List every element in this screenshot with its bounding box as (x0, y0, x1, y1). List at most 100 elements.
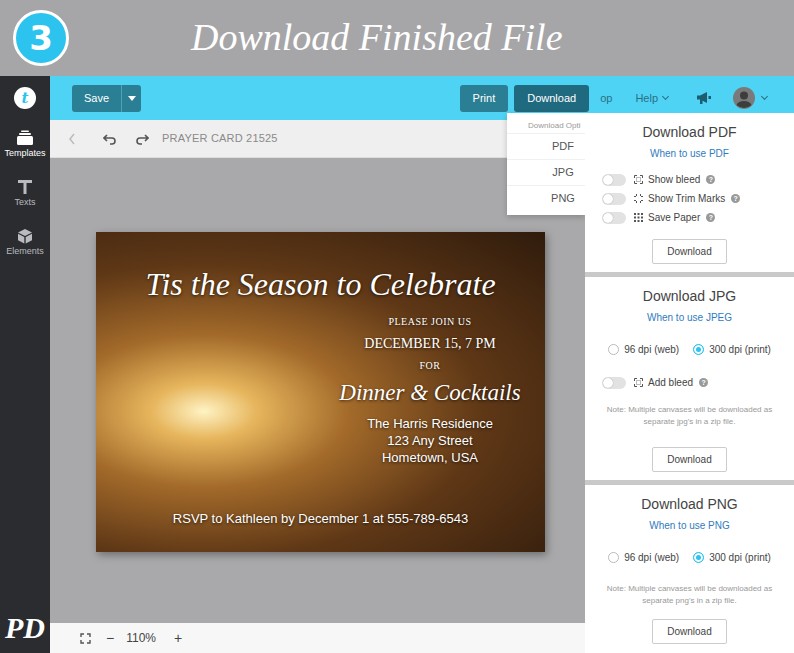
menu-item[interactable]: PNG (507, 185, 585, 211)
toggle-switch[interactable] (602, 377, 626, 389)
zoom-level: 110% (126, 629, 156, 647)
help-badge[interactable]: ? (706, 213, 715, 222)
help-link[interactable]: When to use PDF (650, 147, 729, 160)
toggle-row: Add bleed? (602, 373, 794, 392)
download-button[interactable]: Download (514, 85, 589, 112)
download-card: Download JPG When to use JPEG 96 dpi (web)… (585, 277, 794, 480)
dpi-radio[interactable]: 300 dpi (print) (693, 342, 771, 357)
radio-dot[interactable] (608, 552, 619, 563)
card-title: Download PNG (641, 495, 738, 513)
menu-link[interactable]: op (600, 90, 612, 107)
help-label[interactable]: Help (635, 90, 658, 107)
menu-header: Download Opti (507, 113, 585, 133)
logo-letter[interactable]: t (14, 87, 36, 109)
card-title: Download PDF (642, 123, 736, 141)
app-logo[interactable]: t (14, 76, 36, 120)
save-button[interactable]: Save (72, 85, 121, 112)
grid-icon (634, 213, 643, 222)
menu-item[interactable]: PDF (507, 133, 585, 159)
invitation-design[interactable]: Tis the Season to Celebrate PLEASE JOIN U… (96, 232, 545, 552)
brand-watermark: PD (5, 613, 45, 643)
toggle-list: Show bleed?Show Trim Marks?Save Paper? (585, 170, 794, 227)
bleed-icon (634, 378, 643, 387)
toggle-switch[interactable] (602, 174, 626, 186)
download-card: Download PDFWhen to use PDFShow bleed?Sh… (585, 113, 794, 272)
save-group: Save (72, 85, 141, 112)
help-badge[interactable]: ? (731, 194, 740, 203)
toggle-label[interactable]: Save Paper (648, 210, 700, 225)
toggle-switch[interactable] (602, 212, 626, 224)
design-text[interactable]: RSVP to Kathleen by December 1 at 555-78… (96, 510, 545, 527)
design-text[interactable]: FOR (320, 359, 540, 373)
chevron-icon (662, 93, 669, 100)
toggle-label[interactable]: Show bleed (648, 172, 700, 187)
help-link[interactable]: When to use PNG (649, 519, 730, 532)
radio-dot[interactable] (693, 552, 704, 563)
zoom-out-button[interactable]: − (106, 628, 114, 649)
radio-label[interactable]: 300 dpi (print) (709, 342, 771, 357)
card-title: Download JPG (643, 287, 736, 305)
help-badge[interactable]: ? (699, 378, 708, 387)
radio-label[interactable]: 96 dpi (web) (624, 342, 679, 357)
text-icon (17, 179, 33, 195)
design-text[interactable]: Dinner & Cocktails (320, 379, 540, 407)
bleed-icon (634, 175, 643, 184)
menu-item[interactable]: JPG (507, 159, 585, 185)
step-title: Download Finished File (191, 17, 563, 59)
dpi-radio[interactable]: 96 dpi (web) (608, 550, 679, 565)
fullscreen-icon[interactable] (80, 633, 91, 644)
megaphone-icon[interactable] (696, 91, 712, 105)
avatar-icon[interactable] (733, 87, 755, 109)
download-options-menu: Download OptiPDFJPGPNG (507, 113, 585, 215)
design-text[interactable]: 123 Any Street (320, 432, 540, 449)
dpi-options: 96 dpi (web) 300 dpi (print) (608, 550, 771, 565)
design-text[interactable]: DECEMBER 15, 7 PM (320, 335, 540, 353)
zoom-in-button[interactable]: + (174, 628, 182, 649)
step-banner: 3 Download Finished File (0, 0, 794, 76)
note-text: Note: Multiple canvases will be download… (585, 404, 794, 428)
save-menu-button[interactable] (121, 85, 141, 112)
chevron-icon[interactable] (761, 93, 768, 100)
toggle-label[interactable]: Show Trim Marks (648, 191, 725, 206)
toggle-row: Save Paper? (602, 208, 794, 227)
radio-dot[interactable] (608, 344, 619, 355)
radio-dot[interactable] (693, 344, 704, 355)
templates-icon (16, 130, 34, 146)
download-card: Download PNG When to use PNG 96 dpi (web) 3… (585, 485, 794, 653)
dpi-radio[interactable]: 300 dpi (print) (693, 550, 771, 565)
design-text[interactable]: The Harris Residence (320, 415, 540, 432)
note-text: Note: Multiple canvases will be download… (585, 583, 794, 607)
download-button[interactable]: Download (652, 619, 726, 644)
radio-label[interactable]: 300 dpi (print) (709, 550, 771, 565)
back-icon[interactable] (60, 127, 84, 151)
radio-label[interactable]: 96 dpi (web) (624, 550, 679, 565)
print-button[interactable]: Print (460, 85, 509, 112)
toggle-switch[interactable] (602, 193, 626, 205)
design-text[interactable]: Tis the Season to Celebrate (96, 265, 545, 303)
sidebar-item[interactable]: Templates (0, 120, 50, 169)
help-badge[interactable]: ? (706, 175, 715, 184)
editor-app: tTemplatesTextsElementsPDSavePrintDownlo… (0, 76, 794, 653)
sidebar-label[interactable]: Templates (4, 149, 45, 159)
sidebar-label[interactable]: Texts (14, 198, 35, 208)
redo-icon[interactable] (130, 127, 154, 151)
undo-icon[interactable] (98, 127, 122, 151)
design-text[interactable]: Hometown, USA (320, 449, 540, 466)
sidebar-label[interactable]: Elements (6, 247, 44, 257)
toggle-list: Add bleed? (585, 373, 794, 392)
caret-icon (128, 96, 136, 101)
toggle-row: Show bleed? (602, 170, 794, 189)
details-column: PLEASE JOIN US DECEMBER 15, 7 PM FOR Dinner… (320, 309, 540, 466)
sidebar-item[interactable]: Elements (0, 218, 50, 267)
design-text[interactable]: PLEASE JOIN US (320, 315, 540, 329)
dpi-options: 96 dpi (web) 300 dpi (print) (608, 342, 771, 357)
help-menu[interactable]: Help (635, 90, 668, 107)
document-title: PRAYER CARD 21525 (162, 130, 278, 147)
download-button[interactable]: Download (652, 447, 726, 472)
step-badge: 3 (13, 10, 69, 66)
download-button[interactable]: Download (652, 239, 726, 264)
dpi-radio[interactable]: 96 dpi (web) (608, 342, 679, 357)
sidebar-item[interactable]: Texts (0, 169, 50, 218)
help-link[interactable]: When to use JPEG (647, 311, 732, 324)
toggle-label[interactable]: Add bleed (648, 375, 693, 390)
